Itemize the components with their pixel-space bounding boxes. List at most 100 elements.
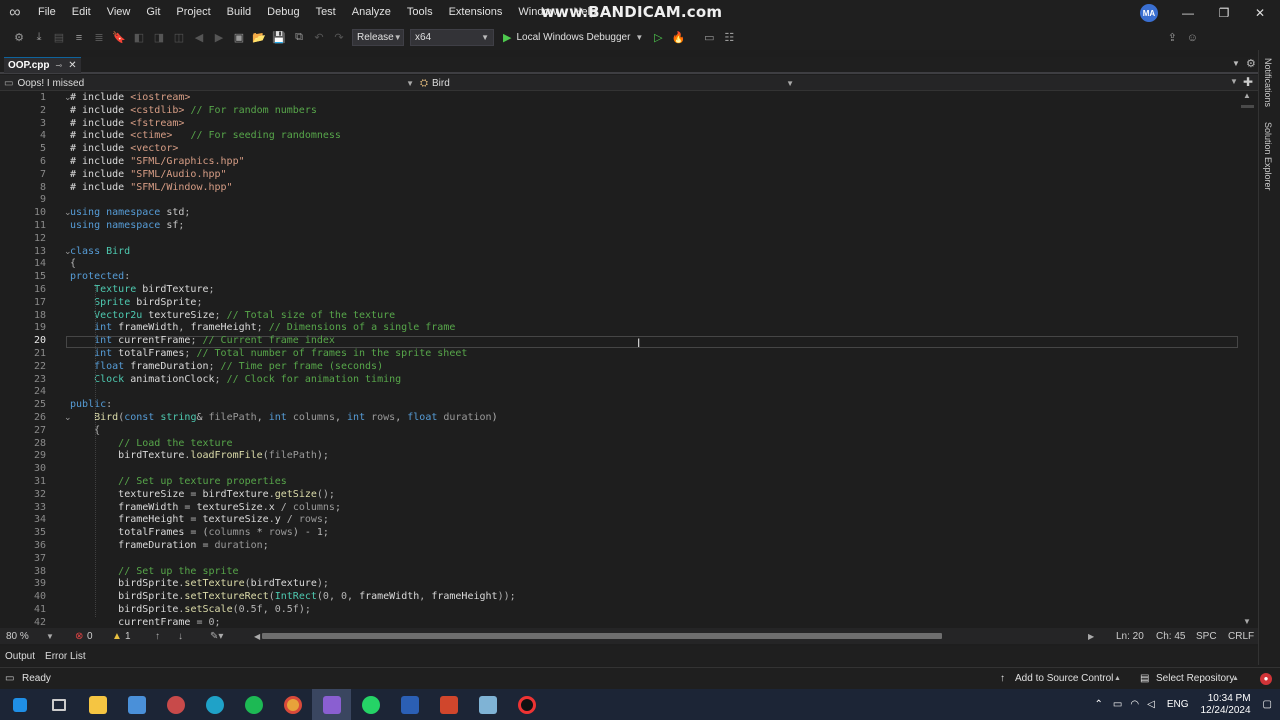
warning-icon[interactable]: ▲ — [112, 631, 122, 642]
menu-item-view[interactable]: View — [99, 0, 139, 25]
scroll-up-icon[interactable]: ▲ — [1243, 91, 1251, 100]
line-number: 17 — [33, 296, 46, 308]
share-icon[interactable]: ⇪ — [1165, 31, 1179, 44]
tab-output[interactable]: Output — [0, 651, 40, 662]
settings-icon[interactable]: ⚙ — [1246, 57, 1256, 70]
start-without-debugging-icon[interactable]: ▷ — [651, 31, 665, 44]
error-icon[interactable]: ⊗ — [75, 631, 83, 642]
store-icon[interactable] — [117, 689, 156, 720]
select-repository-button[interactable]: Select Repository — [1156, 673, 1234, 684]
edge-icon[interactable] — [195, 689, 234, 720]
code-cleanup-icon[interactable]: ✎▾ — [210, 631, 223, 642]
undo-icon[interactable]: ↶ — [312, 31, 326, 44]
save-all-icon[interactable]: ⧉ — [292, 31, 306, 44]
hot-reload-icon[interactable]: 🔥 — [671, 31, 685, 44]
menu-item-debug[interactable]: Debug — [259, 0, 307, 25]
menu-item-analyze[interactable]: Analyze — [344, 0, 399, 25]
new-project-icon[interactable]: ▣ — [232, 31, 246, 44]
powerpoint-icon[interactable] — [429, 689, 468, 720]
language-indicator[interactable]: ENG — [1167, 699, 1189, 710]
notifications-tab[interactable]: Notifications — [1263, 58, 1273, 107]
menu-item-build[interactable]: Build — [219, 0, 259, 25]
visual-studio-icon[interactable] — [312, 689, 351, 720]
column-indicator[interactable]: Ch: 45 — [1156, 631, 1185, 642]
previous-issue-icon[interactable]: ↑ — [155, 631, 160, 642]
spacing-indicator[interactable]: SPC — [1196, 631, 1217, 642]
open-file-icon[interactable]: 📂 — [252, 31, 266, 44]
close-window-icon[interactable]: ✕ — [1244, 0, 1276, 25]
menu-item-test[interactable]: Test — [308, 0, 344, 25]
tab-list-icon[interactable]: ▼ — [1232, 59, 1240, 68]
notes-icon[interactable] — [468, 689, 507, 720]
git-icon[interactable]: ⤓ — [32, 31, 46, 44]
platform-select[interactable]: x64 ▼ — [410, 29, 494, 46]
scroll-left-icon[interactable]: ◀ — [254, 632, 260, 641]
configuration-select[interactable]: Release ▼ — [352, 29, 404, 46]
recorder-icon[interactable] — [507, 689, 546, 720]
menu-item-git[interactable]: Git — [138, 0, 168, 25]
horizontal-scrollbar-thumb[interactable] — [262, 633, 942, 639]
maximize-icon[interactable]: ❐ — [1208, 0, 1240, 25]
menu-item-edit[interactable]: Edit — [64, 0, 99, 25]
tab-error-list[interactable]: Error List — [40, 651, 91, 662]
app-icon[interactable] — [156, 689, 195, 720]
start-debugging-button[interactable]: ▶ Local Windows Debugger ▼ — [503, 31, 643, 44]
clear-bookmarks-icon[interactable]: ◫ — [172, 31, 186, 44]
task-view-icon[interactable] — [39, 689, 78, 720]
menu-item-extensions[interactable]: Extensions — [441, 0, 511, 25]
pin-icon[interactable]: ⊸ — [56, 61, 63, 70]
upload-icon[interactable]: ↑ — [1000, 673, 1005, 684]
project-dropdown[interactable]: ▭ Oops! I missed ▼ — [4, 76, 414, 90]
solution-explorer-tab[interactable]: Solution Explorer — [1263, 122, 1273, 191]
notification-bell-icon[interactable]: ● — [1260, 672, 1272, 685]
indent-icon[interactable]: ≡ — [72, 32, 86, 44]
start-icon[interactable] — [0, 689, 39, 720]
file-explorer-icon[interactable] — [78, 689, 117, 720]
browser-link-icon[interactable]: ▭ — [702, 31, 716, 44]
action-center-icon[interactable]: ▢ — [1263, 699, 1272, 710]
navigate-forward-icon[interactable]: ▶ — [212, 31, 226, 44]
scroll-down-icon[interactable]: ▼ — [1243, 617, 1251, 626]
vertical-scrollbar[interactable]: ▲ ▼ — [1238, 91, 1258, 628]
chevron-up-icon[interactable]: ⌃ — [1095, 699, 1103, 710]
next-issue-icon[interactable]: ↓ — [178, 631, 183, 642]
zoom-level[interactable]: 80 % — [6, 631, 29, 642]
navigate-back-icon[interactable]: ◀ — [192, 31, 206, 44]
chevron-down-icon[interactable]: ▼ — [46, 632, 54, 641]
chrome-icon[interactable] — [273, 689, 312, 720]
solution-icon[interactable]: ⚙ — [12, 31, 26, 44]
tab-oop-cpp[interactable]: OOP.cpp ⊸ ✕ — [4, 57, 81, 73]
word-icon[interactable] — [390, 689, 429, 720]
code-editor[interactable]: 1 ⌄ 2 3 4 5 6 7 8 9 10 ⌄ 11 12 13 ⌄ 14 15 16 17 18 19 20 21 22 23… — [0, 91, 1238, 628]
menu-item-file[interactable]: File — [30, 0, 64, 25]
scrollbar-thumb[interactable] — [1241, 105, 1254, 108]
spotify-icon[interactable] — [234, 689, 273, 720]
scope-dropdown[interactable]: ⛭ Bird ▼ — [420, 76, 794, 90]
line-ending-indicator[interactable]: CRLF — [1228, 631, 1254, 642]
split-editor-icon[interactable]: ✚ — [1243, 75, 1253, 89]
redo-icon[interactable]: ↷ — [332, 31, 346, 44]
save-icon[interactable]: 💾 — [272, 31, 286, 44]
next-bookmark-icon[interactable]: ◨ — [152, 31, 166, 44]
prev-bookmark-icon[interactable]: ◧ — [132, 31, 146, 44]
volume-icon[interactable]: ◁ — [1147, 699, 1155, 710]
close-tab-icon[interactable]: ✕ — [68, 60, 76, 71]
wifi-icon[interactable]: ◠ — [1130, 699, 1139, 710]
feedback-icon[interactable]: ☺ — [1185, 32, 1199, 44]
git-changes-icon[interactable]: ▤ — [52, 31, 66, 44]
scroll-right-icon[interactable]: ▶ — [1088, 632, 1094, 641]
menu-item-project[interactable]: Project — [168, 0, 218, 25]
code-token: ; — [214, 373, 227, 385]
layout-icon[interactable]: ☷ — [722, 31, 736, 44]
outdent-icon[interactable]: ≣ — [92, 31, 106, 44]
bookmark-icon[interactable]: 🔖 — [112, 31, 126, 44]
clock[interactable]: 10:34 PM 12/24/2024 — [1200, 693, 1250, 717]
menu-item-tools[interactable]: Tools — [399, 0, 441, 25]
whatsapp-icon[interactable] — [351, 689, 390, 720]
avatar[interactable]: MA — [1140, 4, 1158, 22]
add-to-source-control-button[interactable]: Add to Source Control — [1015, 673, 1113, 684]
minimize-icon[interactable]: — — [1172, 0, 1204, 25]
line-indicator[interactable]: Ln: 20 — [1116, 631, 1144, 642]
battery-icon[interactable]: ▭ — [1113, 699, 1122, 710]
member-dropdown-chevron-icon[interactable]: ▼ — [1230, 77, 1238, 86]
